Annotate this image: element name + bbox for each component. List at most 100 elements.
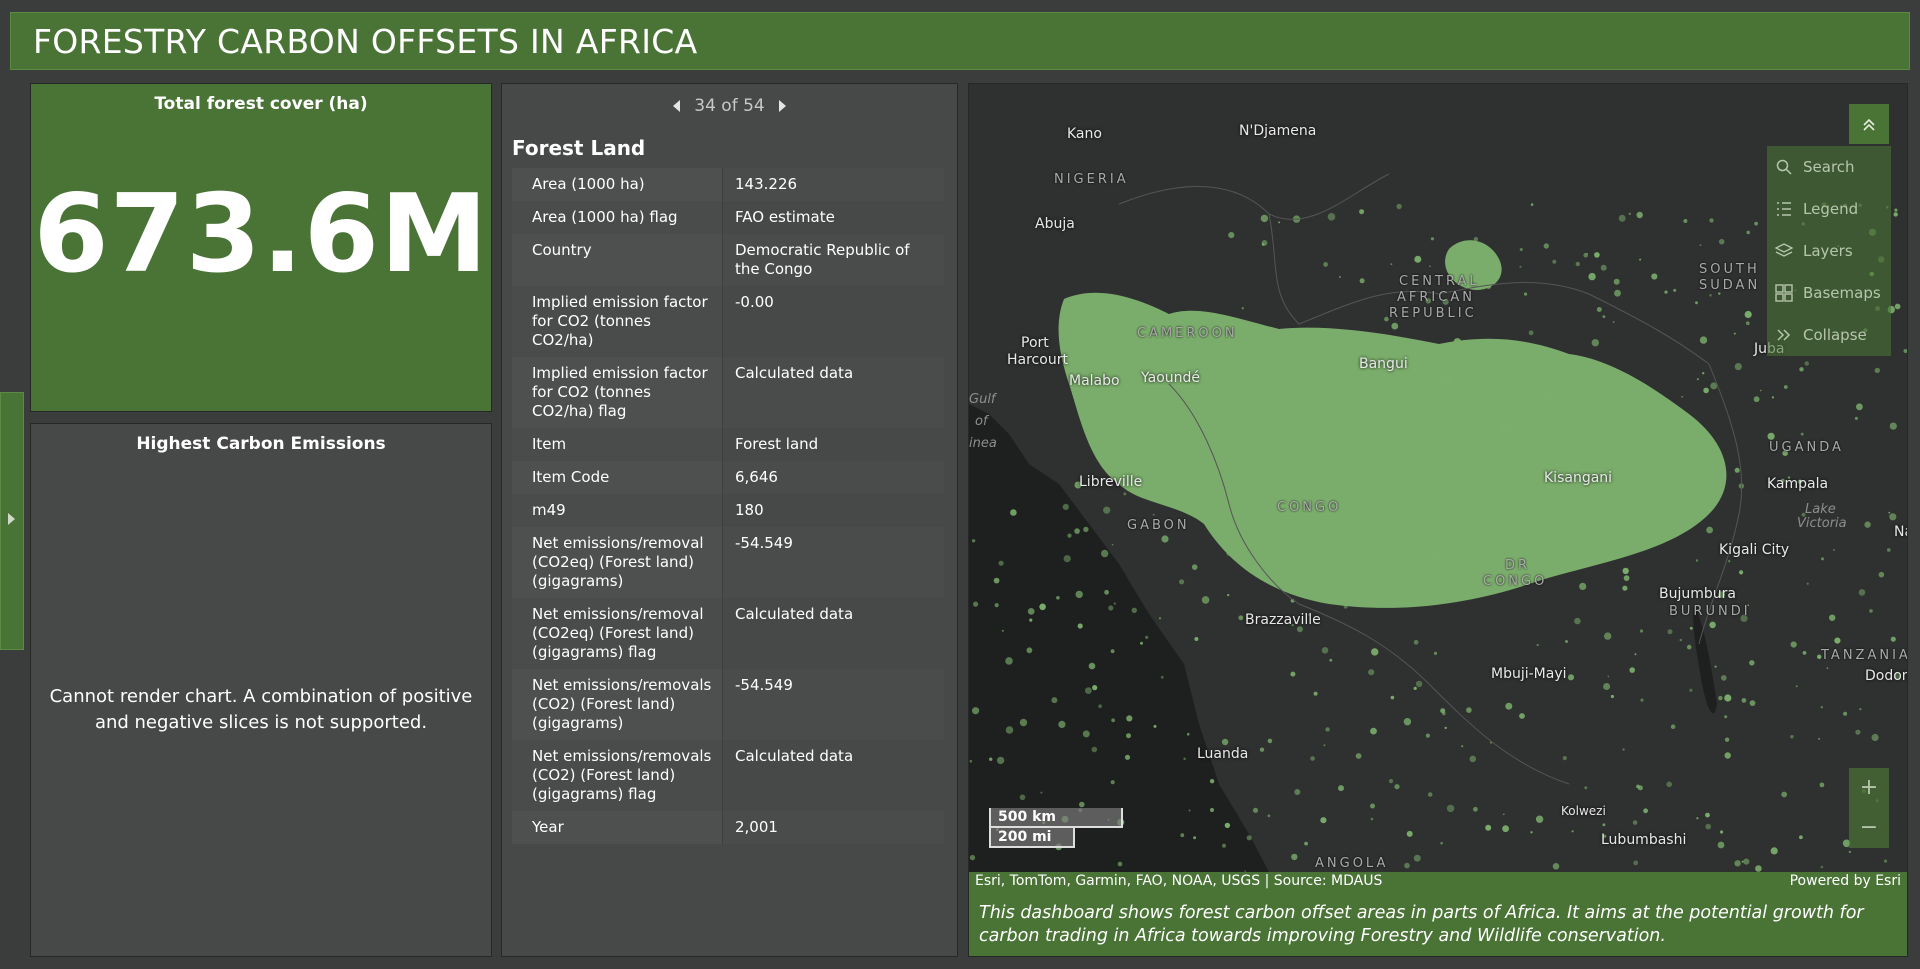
forest-patch [1286,336,1291,341]
forest-patch [1683,436,1687,441]
forest-patch [1706,526,1713,534]
forest-patch [1889,422,1897,430]
attribute-value: 2,001 [722,811,944,844]
forest-patch [1209,779,1215,784]
forest-patch [1724,715,1728,719]
map-panel: Kano N'Djamena NIGERIA Abuja CENTRAL AFR… [968,83,1908,957]
legend-tool[interactable]: Legend [1767,188,1891,230]
forest-patch [969,854,976,861]
forest-patch [1417,560,1420,563]
forest-patch [1321,647,1329,654]
forest-patch [1530,831,1533,834]
forest-patch [1767,432,1775,440]
forest-patch [1519,265,1522,268]
attribute-key: Net emissions/removal (CO2eq) (Forest la… [512,598,723,669]
forest-patch [1634,653,1637,656]
forest-patch [1651,273,1658,280]
forest-patch [1352,461,1355,464]
forest-patch [1403,718,1412,726]
forest-patch [1696,817,1699,820]
powered-by-esri-link[interactable]: Powered by Esri [1790,872,1901,890]
forest-patch [1721,675,1727,681]
forest-patch [1278,221,1281,224]
map-label-kano: Kano [1067,126,1102,142]
map-label-gulf-1: Gulf [969,392,996,407]
map-label-kolwezi: Kolwezi [1561,804,1606,818]
expand-toolbar-button[interactable] [1849,104,1889,144]
forest-patch [1416,448,1422,454]
zoom-out-button[interactable]: − [1849,808,1889,848]
forest-patch [1427,577,1431,580]
forest-patch [1413,544,1416,547]
forest-patch [1705,812,1710,818]
forest-patch [1388,779,1394,784]
attribute-value: Calculated data [722,357,944,428]
forest-patch [1291,853,1298,861]
forest-patch [1294,789,1301,795]
forest-patch [1743,858,1750,865]
layers-tool[interactable]: Layers [1767,230,1891,272]
forest-patch [1893,212,1898,217]
forest-patch [1473,236,1479,242]
forest-patch [1629,667,1635,673]
forest-patch [1509,427,1517,435]
forest-patch [1370,727,1377,735]
next-feature-icon[interactable] [778,100,786,112]
scale-bar: 500 km 200 mi [989,808,1123,848]
forest-patch [1826,667,1829,670]
forest-patch [1486,283,1492,289]
forest-patch [1802,651,1807,655]
search-label: Search [1803,158,1855,176]
forest-patch [1755,865,1762,872]
map-label-yaounde: Yaoundé [1141,370,1201,386]
forest-patch [1609,454,1613,458]
forest-patch [1267,814,1271,818]
forest-patch [1446,593,1453,600]
forest-patch [1446,376,1453,383]
forest-patch [1603,683,1611,690]
forest-patch [1325,727,1330,732]
forest-patch [1639,629,1644,633]
forest-patch [1295,494,1300,499]
forest-patch [1618,214,1626,222]
forest-patch [1082,730,1090,738]
forest-patch [1123,492,1127,496]
collapse-tool[interactable]: Collapse [1767,314,1891,356]
attribute-value: 180 [722,494,944,527]
forest-patch [1429,265,1431,267]
forest-patch [1010,509,1017,516]
forest-patch [1338,785,1344,792]
forest-patch [1327,213,1336,221]
forest-patch [1690,475,1697,482]
previous-feature-icon[interactable] [673,100,681,112]
forest-patch [1355,753,1362,759]
forest-patch [1074,528,1080,534]
attribute-value: -54.549 [722,669,944,740]
forest-patch [1597,390,1601,393]
search-tool[interactable]: Search [1767,146,1891,188]
forest-patch [1111,718,1115,723]
forest-patch [1633,860,1639,866]
forest-patch [1063,555,1071,563]
forest-patch [1334,435,1338,439]
forest-patch [1614,289,1621,297]
forest-patch [1275,355,1278,358]
attribute-table: Area (1000 ha) 143.226 Area (1000 ha) flag… [512,168,944,844]
forest-patch [1453,338,1462,346]
forest-patch [1795,685,1798,688]
forest-patch [1499,421,1507,430]
side-panel-toggle[interactable] [0,392,24,650]
attribute-row: Item Code 6,646 [512,461,944,494]
forest-patch [1194,637,1199,641]
map-label-burundi: BURUNDI [1669,604,1751,619]
forest-patch [1622,585,1628,591]
map-view[interactable]: Kano N'Djamena NIGERIA Abuja CENTRAL AFR… [969,84,1907,872]
forest-patch [1339,382,1345,388]
basemaps-tool[interactable]: Basemaps [1767,272,1891,314]
forest-patch [1821,557,1824,561]
forest-patch [1820,706,1823,709]
attribute-key: Implied emission factor for CO2 (tonnes … [512,286,723,357]
forest-patch [989,757,993,761]
forest-patch [1734,363,1742,371]
zoom-in-button[interactable]: + [1849,768,1889,808]
